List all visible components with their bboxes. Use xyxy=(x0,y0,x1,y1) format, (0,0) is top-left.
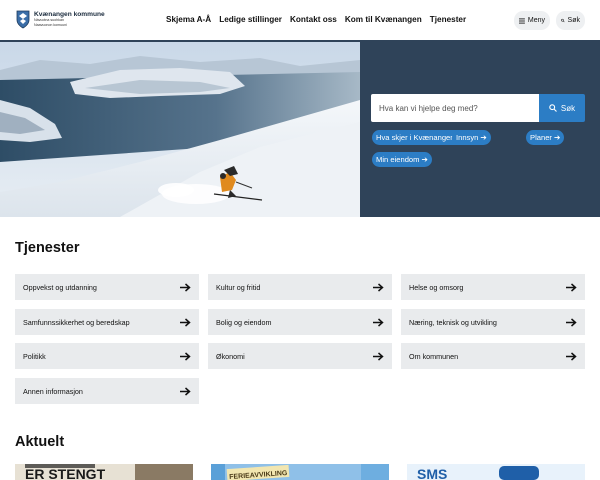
service-card-kultur[interactable]: Kultur og fritid xyxy=(208,274,392,300)
service-card-helse[interactable]: Helse og omsorg xyxy=(401,274,585,300)
service-card-label: Oppvekst og utdanning xyxy=(23,282,97,292)
news-card-3-image[interactable]: SMS xyxy=(407,464,585,480)
search-icon xyxy=(549,104,557,112)
news-card-1-text: ER STENGT xyxy=(25,466,106,480)
search-icon xyxy=(561,18,565,23)
news-card-2-image[interactable]: FERIEAVVIKLING xyxy=(211,464,389,480)
service-card-om-kommunen[interactable]: Om kommunen xyxy=(401,343,585,369)
arrow-right-icon xyxy=(180,317,191,327)
service-card-label: Kultur og fritid xyxy=(216,282,261,292)
news-title: Aktuelt xyxy=(15,434,65,450)
service-card-label: Om kommunen xyxy=(409,351,459,361)
search-label: Søk xyxy=(567,17,580,24)
service-card-label: Næring, teknisk og utvikling xyxy=(409,317,497,327)
nav-item-tjenester[interactable]: Tjenester xyxy=(430,15,466,24)
arrow-right-icon xyxy=(373,351,384,361)
service-card-annen-informasjon[interactable]: Annen informasjon xyxy=(15,378,199,404)
arrow-right-icon xyxy=(373,282,384,292)
logo-title: Kvænangen kommune xyxy=(34,10,105,18)
service-card-politikk[interactable]: Politikk xyxy=(15,343,199,369)
hero-search-input[interactable] xyxy=(371,94,539,122)
service-card-naering[interactable]: Næring, teknisk og utvikling xyxy=(401,309,585,335)
logo-subtitle-2: Naavuonon komuuni xyxy=(34,22,67,27)
service-card-label: Bolig og eiendom xyxy=(216,317,272,327)
arrow-right-icon: ➔ xyxy=(553,133,561,142)
main-nav: Skjema A-Å Ledige stillinger Kontakt oss… xyxy=(166,15,466,24)
hero-search-label: Søk xyxy=(560,103,576,113)
service-card-okonomi[interactable]: Økonomi xyxy=(208,343,392,369)
service-card-label: Annen informasjon xyxy=(23,386,83,396)
header-search-button[interactable]: Søk xyxy=(556,11,585,30)
coat-of-arms-icon xyxy=(16,10,30,29)
arrow-right-icon xyxy=(180,351,191,361)
site-header: Kvænangen kommune Návuotna suohkan Naavu… xyxy=(0,0,600,42)
nav-item-skjema[interactable]: Skjema A-Å xyxy=(166,15,211,24)
quick-link-label: Innsyn xyxy=(456,133,479,142)
arrow-right-icon xyxy=(566,282,577,292)
service-card-label: Politikk xyxy=(23,351,46,361)
service-card-label: Helse og omsorg xyxy=(409,282,464,292)
nav-item-kontakt-oss[interactable]: Kontakt oss xyxy=(290,15,337,24)
arrow-right-icon xyxy=(180,386,191,396)
quick-link-label: Min eiendom xyxy=(376,155,420,164)
arrow-right-icon xyxy=(180,282,191,292)
services-title: Tjenester xyxy=(15,240,80,256)
service-card-samfunnssikkerhet[interactable]: Samfunnssikkerhet og beredskap xyxy=(15,309,199,335)
hamburger-icon xyxy=(519,17,525,24)
menu-button[interactable]: Meny xyxy=(514,11,550,30)
quick-link-innsyn[interactable]: Innsyn ➔ xyxy=(452,130,491,145)
service-card-label: Økonomi xyxy=(216,351,245,361)
service-card-bolig[interactable]: Bolig og eiendom xyxy=(208,309,392,335)
service-card-oppvekst[interactable]: Oppvekst og utdanning xyxy=(15,274,199,300)
hero-search-panel: Søk Hva skjer i Kvænangen? ➔ Innsyn ➔ Pl… xyxy=(360,42,600,217)
arrow-right-icon xyxy=(566,317,577,327)
service-card-label: Samfunnssikkerhet og beredskap xyxy=(23,317,130,327)
nav-item-ledige-stillinger[interactable]: Ledige stillinger xyxy=(219,15,282,24)
quick-link-min-eiendom[interactable]: Min eiendom ➔ xyxy=(372,152,432,167)
nav-item-kom-til-kvaenangen[interactable]: Kom til Kvænangen xyxy=(345,15,422,24)
news-card-3-text: SMS xyxy=(417,466,447,480)
quick-link-label: Planer xyxy=(530,133,552,142)
quick-link-label: Hva skjer i Kvænangen? xyxy=(376,133,459,142)
arrow-right-icon: ➔ xyxy=(480,133,487,142)
arrow-right-icon xyxy=(566,351,577,361)
hero-search-button[interactable]: Søk xyxy=(539,94,585,122)
arrow-right-icon: ➔ xyxy=(421,155,428,164)
hero-image xyxy=(0,42,360,217)
menu-label: Meny xyxy=(527,17,545,24)
quick-link-planer[interactable]: Planer ➔ xyxy=(526,130,565,145)
site-logo[interactable]: Kvænangen kommune Návuotna suohkan Naavu… xyxy=(16,10,105,29)
news-card-1-image[interactable]: ER STENGT xyxy=(15,464,193,480)
arrow-right-icon xyxy=(373,317,384,327)
